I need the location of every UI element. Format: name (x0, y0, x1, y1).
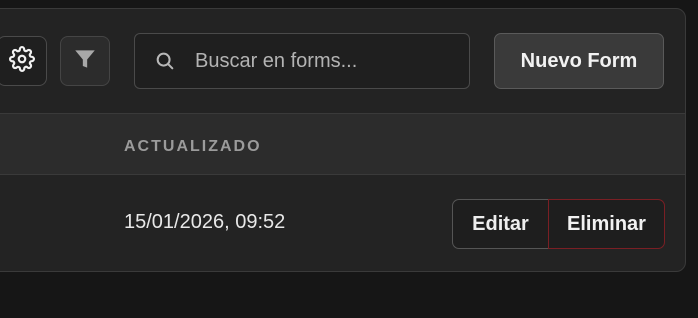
forms-panel: Nuevo Form ACTUALIZADO 15/01/2026, 09:52… (0, 8, 686, 272)
settings-button[interactable] (0, 36, 47, 86)
gear-icon (9, 45, 35, 77)
funnel-icon (72, 46, 98, 77)
edit-button[interactable]: Editar (452, 199, 548, 249)
filter-button[interactable] (60, 36, 110, 86)
table-row: 15/01/2026, 09:52 Editar Eliminar (0, 175, 685, 271)
table-header: ACTUALIZADO (0, 113, 685, 175)
search-input[interactable] (195, 49, 455, 73)
row-actions: Editar Eliminar (452, 199, 665, 249)
search-icon (153, 49, 177, 73)
new-form-button[interactable]: Nuevo Form (494, 33, 664, 89)
column-header-updated[interactable]: ACTUALIZADO (124, 138, 262, 156)
updated-date: 15/01/2026, 09:52 (124, 211, 286, 233)
search-field[interactable] (134, 33, 470, 89)
toolbar: Nuevo Form (0, 9, 685, 113)
delete-button[interactable]: Eliminar (548, 199, 665, 249)
